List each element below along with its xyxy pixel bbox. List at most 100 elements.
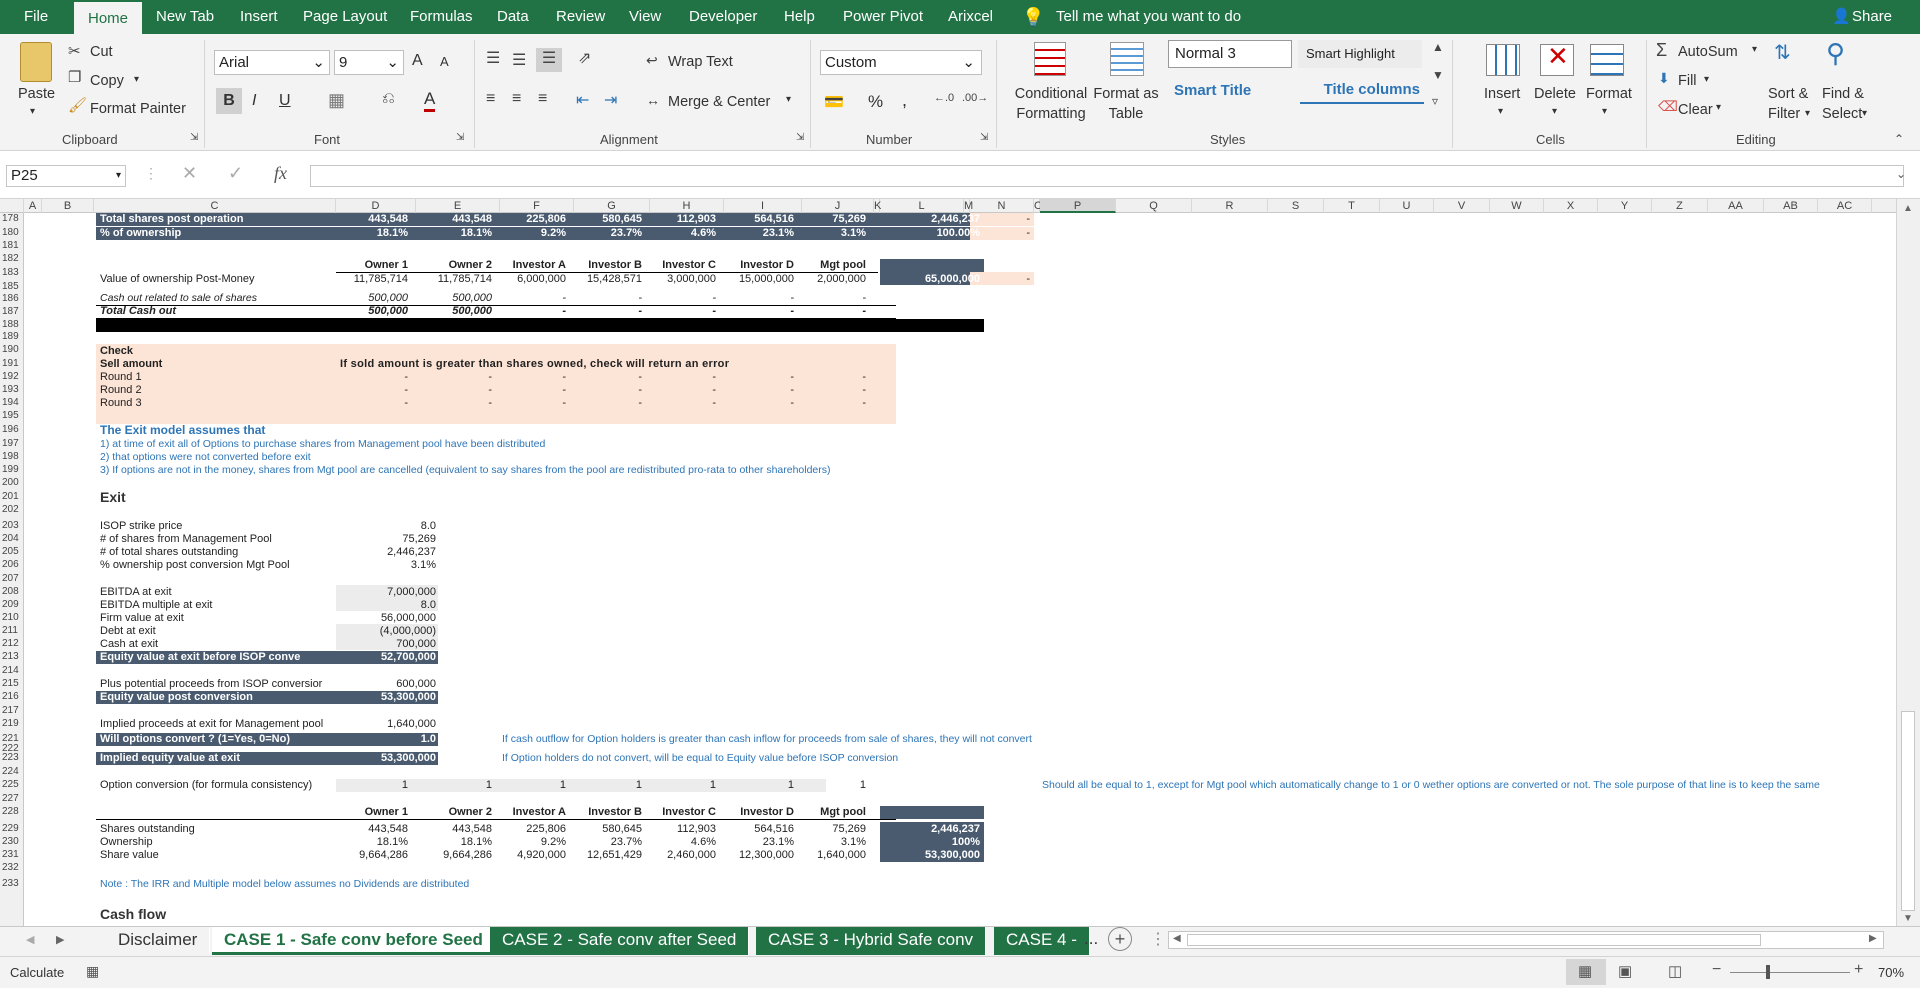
total-cell[interactable]: 53,300,000	[884, 849, 980, 862]
value-cell[interactable]: 15,000,000	[724, 273, 794, 286]
row-header[interactable]: 209	[0, 599, 24, 611]
scroll-left-icon[interactable]: ◀	[1173, 933, 1181, 944]
check-cell[interactable]: -	[336, 371, 408, 384]
sort-filter-label[interactable]: Filter	[1768, 106, 1800, 122]
share-button[interactable]: Share	[1852, 0, 1892, 34]
total-cell[interactable]: 2,446,237	[884, 213, 980, 226]
check-cell[interactable]: -	[650, 371, 716, 384]
value-cell[interactable]: 4,920,000	[500, 849, 566, 862]
scroll-up-icon[interactable]: ▲	[1903, 203, 1913, 214]
column-header[interactable]: I	[724, 199, 802, 213]
percent-style-button[interactable]: %	[868, 92, 883, 112]
row-header[interactable]: 213	[0, 651, 24, 663]
format-chevron-down-icon[interactable]: ▾	[1602, 106, 1607, 117]
row-header[interactable]: 191	[0, 358, 24, 370]
column-header[interactable]: V	[1434, 199, 1490, 213]
row-header[interactable]: 185	[0, 281, 24, 293]
value-cell[interactable]: 1	[336, 779, 408, 792]
value-cell[interactable]: 1	[650, 779, 716, 792]
column-header[interactable]: F	[500, 199, 574, 213]
sort-filter-button[interactable]: Sort &	[1768, 86, 1808, 102]
merge-chevron-down-icon[interactable]: ▾	[786, 94, 791, 105]
value-cell[interactable]: 500,000	[416, 292, 492, 305]
check-cell[interactable]: -	[336, 384, 408, 397]
number-launcher-icon[interactable]: ⇲	[980, 132, 988, 143]
align-top-icon[interactable]: ☰	[486, 48, 500, 68]
styles-scroll-down-icon[interactable]: ▼	[1432, 68, 1444, 82]
value-cell[interactable]: 12,651,429	[574, 849, 642, 862]
check-cell[interactable]: -	[802, 371, 866, 384]
value-cell[interactable]: 564,516	[724, 823, 794, 836]
total-cell[interactable]: 65,000,000	[884, 273, 980, 286]
zoom-out-icon[interactable]: −	[1712, 961, 1721, 979]
value-cell[interactable]: -	[724, 305, 794, 318]
value-cell[interactable]: 443,548	[416, 213, 492, 226]
value-cell[interactable]: 580,645	[574, 823, 642, 836]
align-middle-icon[interactable]: ☰	[512, 50, 526, 70]
n-cell[interactable]: -	[970, 213, 1030, 226]
collapse-ribbon-icon[interactable]: ⌃	[1894, 132, 1904, 146]
value-cell[interactable]: 1	[724, 779, 794, 792]
grow-font-button[interactable]: A	[412, 52, 423, 70]
comma-style-button[interactable]: ,	[902, 90, 907, 111]
tab-new-tab[interactable]: New Tab	[156, 0, 214, 34]
formula-input[interactable]	[310, 165, 1904, 187]
value-cell[interactable]: 500,000	[416, 305, 492, 318]
paste-button[interactable]: Paste	[18, 86, 55, 102]
column-header[interactable]: C	[94, 199, 336, 213]
column-header[interactable]: J	[802, 199, 874, 213]
row-header[interactable]: 215	[0, 678, 24, 690]
total-cell[interactable]: 2,446,237	[884, 823, 980, 836]
tab-file[interactable]: File	[24, 0, 48, 34]
row-header[interactable]: 194	[0, 397, 24, 409]
calculate-status[interactable]: Calculate	[10, 965, 64, 980]
tab-insert[interactable]: Insert	[240, 0, 278, 34]
check-cell[interactable]: -	[650, 397, 716, 410]
font-color-button[interactable]: A	[424, 89, 436, 112]
tab-splitter-icon[interactable]: ⋮	[1150, 929, 1166, 949]
row-header[interactable]: 181	[0, 240, 24, 252]
decrease-indent-icon[interactable]: ⇤	[576, 90, 589, 110]
value-cell[interactable]: 3.1%	[802, 836, 866, 849]
value-cell[interactable]: -	[500, 292, 566, 305]
value-cell[interactable]: 23.1%	[724, 227, 794, 240]
row-header[interactable]: 199	[0, 464, 24, 476]
value-cell[interactable]: -	[500, 305, 566, 318]
autosum-chevron-down-icon[interactable]: ▾	[1752, 44, 1757, 55]
value-cell[interactable]: 11,785,714	[336, 273, 408, 286]
value-cell[interactable]: 75,269	[802, 823, 866, 836]
select-all-corner[interactable]	[0, 199, 24, 213]
tab-data[interactable]: Data	[497, 0, 529, 34]
font-size-select[interactable]: 9 ⌄	[334, 50, 404, 75]
value-cell[interactable]: 564,516	[724, 213, 794, 226]
accounting-format-icon[interactable]: 💳	[824, 92, 844, 112]
value-cell[interactable]: 3.1%	[802, 227, 866, 240]
delete-chevron-down-icon[interactable]: ▾	[1552, 106, 1557, 117]
check-cell[interactable]: -	[802, 397, 866, 410]
scroll-right-icon[interactable]: ▶	[1869, 933, 1877, 944]
style-smart-highlight[interactable]: Smart Highlight	[1298, 40, 1422, 68]
value-cell[interactable]: 18.1%	[336, 227, 408, 240]
value-cell[interactable]: 6,000,000	[500, 273, 566, 286]
add-sheet-icon[interactable]: +	[1108, 927, 1132, 951]
value-cell[interactable]: 500,000	[336, 292, 408, 305]
value-cell[interactable]: 225,806	[500, 213, 566, 226]
check-cell[interactable]: -	[416, 384, 492, 397]
value-cell[interactable]: 23.7%	[574, 836, 642, 849]
column-header[interactable]: B	[42, 199, 94, 213]
row-header[interactable]: 201	[0, 491, 24, 503]
value-cell[interactable]: 9,664,286	[336, 849, 408, 862]
row-header[interactable]: 182	[0, 253, 24, 265]
value-cell[interactable]: -	[724, 292, 794, 305]
row-header[interactable]: 180	[0, 227, 24, 239]
copy-chevron-down-icon[interactable]: ▾	[134, 74, 139, 85]
find-select-label[interactable]: Select	[1822, 106, 1862, 122]
merge-center-button[interactable]: Merge & Center	[668, 94, 770, 110]
check-cell[interactable]: -	[724, 384, 794, 397]
tab-arixcel[interactable]: Arixcel	[948, 0, 993, 34]
orientation-icon[interactable]: ⇗	[578, 48, 591, 68]
zoom-level[interactable]: 70%	[1878, 965, 1904, 980]
zoom-in-icon[interactable]: +	[1854, 961, 1863, 979]
value-cell[interactable]: 9.2%	[500, 227, 566, 240]
format-painter-button[interactable]: Format Painter	[90, 101, 186, 117]
